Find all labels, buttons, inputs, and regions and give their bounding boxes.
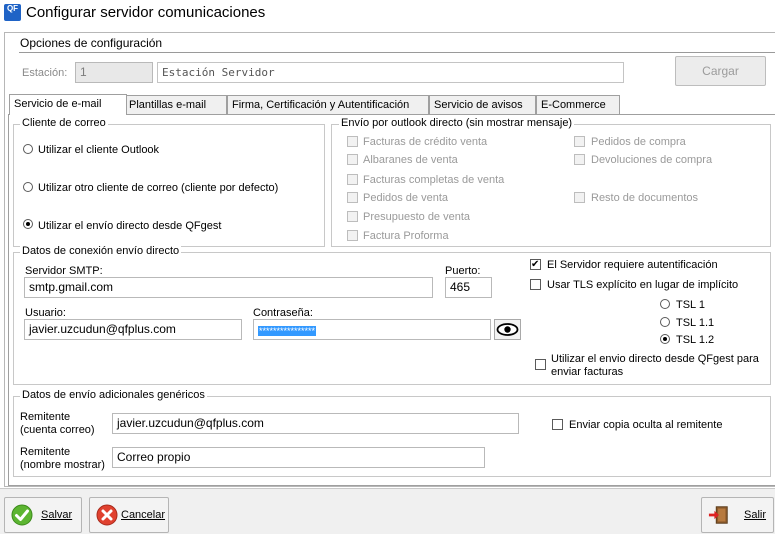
password-value: **************** bbox=[258, 326, 317, 336]
password-input[interactable]: **************** bbox=[253, 319, 491, 340]
options-title: Opciones de configuración bbox=[20, 36, 163, 50]
user-label: Usuario: bbox=[25, 307, 66, 319]
checkmark-icon bbox=[11, 504, 33, 526]
tab-email-templates[interactable]: Plantillas e-mail bbox=[124, 95, 227, 114]
check-requires-auth[interactable] bbox=[530, 259, 541, 270]
station-name-field[interactable]: Estación Servidor bbox=[157, 62, 624, 83]
station-label: Estación: bbox=[22, 67, 68, 79]
user-input[interactable]: javier.uzcudun@qfplus.com bbox=[24, 319, 242, 340]
sender-email-input[interactable]: javier.uzcudun@qfplus.com bbox=[112, 413, 519, 434]
load-button[interactable]: Cargar bbox=[675, 56, 766, 86]
app-logo-icon: QF bbox=[4, 4, 21, 21]
save-button[interactable]: Salvar bbox=[4, 497, 82, 533]
sender-name-label-line1: Remitente bbox=[20, 446, 71, 458]
check-direct-invoices[interactable] bbox=[535, 359, 546, 370]
tab-notice-service[interactable]: Servicio de avisos bbox=[429, 95, 536, 114]
connection-legend: Datos de conexión envío directo bbox=[20, 245, 182, 257]
credit-invoices-label: Facturas de crédito venta bbox=[363, 136, 488, 148]
direct-invoices-label-line2: enviar facturas bbox=[551, 366, 624, 378]
password-label: Contraseña: bbox=[253, 307, 313, 319]
check-proforma-invoice[interactable] bbox=[347, 230, 358, 241]
check-purchase-orders[interactable] bbox=[574, 136, 585, 147]
requires-auth-label: El Servidor requiere autentificación bbox=[547, 259, 718, 271]
radio-direct-send[interactable] bbox=[23, 219, 33, 229]
purchase-returns-label: Devoluciones de compra bbox=[591, 154, 713, 166]
sender-name-input[interactable]: Correo propio bbox=[112, 447, 485, 468]
cancel-label: Cancelar bbox=[121, 509, 166, 521]
exit-label: Salir bbox=[744, 509, 767, 521]
exit-door-icon bbox=[708, 506, 728, 524]
eye-icon bbox=[496, 323, 519, 336]
outlook-option-label: Utilizar el cliente Outlook bbox=[38, 144, 160, 156]
sender-name-label-line2: (nombre mostrar) bbox=[20, 459, 105, 471]
full-sales-invoices-label: Facturas completas de venta bbox=[363, 174, 505, 186]
check-purchase-returns[interactable] bbox=[574, 154, 585, 165]
radio-tsl-1-2[interactable] bbox=[660, 334, 670, 344]
radio-default-client[interactable] bbox=[23, 182, 33, 192]
check-sales-orders[interactable] bbox=[347, 192, 358, 203]
direct-invoices-label-line1: Utilizar el envio directo desde QFgest p… bbox=[551, 353, 759, 365]
tsl-1-1-label: TSL 1.1 bbox=[676, 317, 715, 329]
tab-email-service[interactable]: Servicio de e-mail bbox=[9, 94, 127, 115]
smtp-label: Servidor SMTP: bbox=[25, 265, 103, 277]
options-divider bbox=[19, 52, 775, 53]
check-tls-explicit[interactable] bbox=[530, 279, 541, 290]
exit-button[interactable]: Salir bbox=[701, 497, 774, 533]
bcc-sender-label: Enviar copia oculta al remitente bbox=[569, 419, 723, 431]
title-bar: QF Configurar servidor comunicaciones bbox=[0, 0, 775, 28]
check-sales-delivery-notes[interactable] bbox=[347, 154, 358, 165]
sales-orders-label: Pedidos de venta bbox=[363, 192, 449, 204]
station-code-field[interactable]: 1 bbox=[75, 62, 153, 83]
radio-tsl-1[interactable] bbox=[660, 299, 670, 309]
cancel-icon bbox=[96, 504, 118, 526]
purchase-orders-label: Pedidos de compra bbox=[591, 136, 686, 148]
check-other-documents[interactable] bbox=[574, 192, 585, 203]
default-client-option-label: Utilizar otro cliente de correo (cliente… bbox=[38, 182, 279, 194]
sender-label-line1: Remitente bbox=[20, 411, 71, 423]
tsl-1-label: TSL 1 bbox=[676, 299, 705, 311]
smtp-input[interactable]: smtp.gmail.com bbox=[24, 277, 433, 298]
other-documents-label: Resto de documentos bbox=[591, 192, 699, 204]
tab-ecommerce[interactable]: E-Commerce bbox=[536, 95, 620, 114]
tsl-1-2-label: TSL 1.2 bbox=[676, 334, 715, 346]
cancel-button[interactable]: Cancelar bbox=[89, 497, 169, 533]
port-input[interactable]: 465 bbox=[445, 277, 492, 298]
port-label: Puerto: bbox=[445, 265, 481, 277]
direct-send-option-label: Utilizar el envío directo desde QFgest bbox=[38, 220, 222, 232]
outlook-direct-legend: Envío por outlook directo (sin mostrar m… bbox=[339, 117, 575, 129]
check-full-sales-invoices[interactable] bbox=[347, 174, 358, 185]
sales-delivery-notes-label: Albaranes de venta bbox=[363, 154, 458, 166]
radio-outlook[interactable] bbox=[23, 144, 33, 154]
check-bcc-sender[interactable] bbox=[552, 419, 563, 430]
window-title: Configurar servidor comunicaciones bbox=[26, 4, 266, 21]
show-password-button[interactable] bbox=[494, 319, 521, 340]
sender-label-line2: (cuenta correo) bbox=[20, 424, 95, 436]
tls-explicit-label: Usar TLS explícito en lugar de implícito bbox=[547, 279, 739, 291]
save-label: Salvar bbox=[41, 509, 73, 521]
sales-quote-label: Presupuesto de venta bbox=[363, 211, 471, 223]
check-credit-invoices[interactable] bbox=[347, 136, 358, 147]
mail-client-legend: Cliente de correo bbox=[20, 117, 108, 129]
check-sales-quote[interactable] bbox=[347, 211, 358, 222]
radio-tsl-1-1[interactable] bbox=[660, 317, 670, 327]
tab-signature-certification[interactable]: Firma, Certificación y Autentificación bbox=[227, 95, 429, 114]
additional-data-legend: Datos de envío adicionales genéricos bbox=[20, 389, 207, 401]
proforma-invoice-label: Factura Proforma bbox=[363, 230, 449, 242]
